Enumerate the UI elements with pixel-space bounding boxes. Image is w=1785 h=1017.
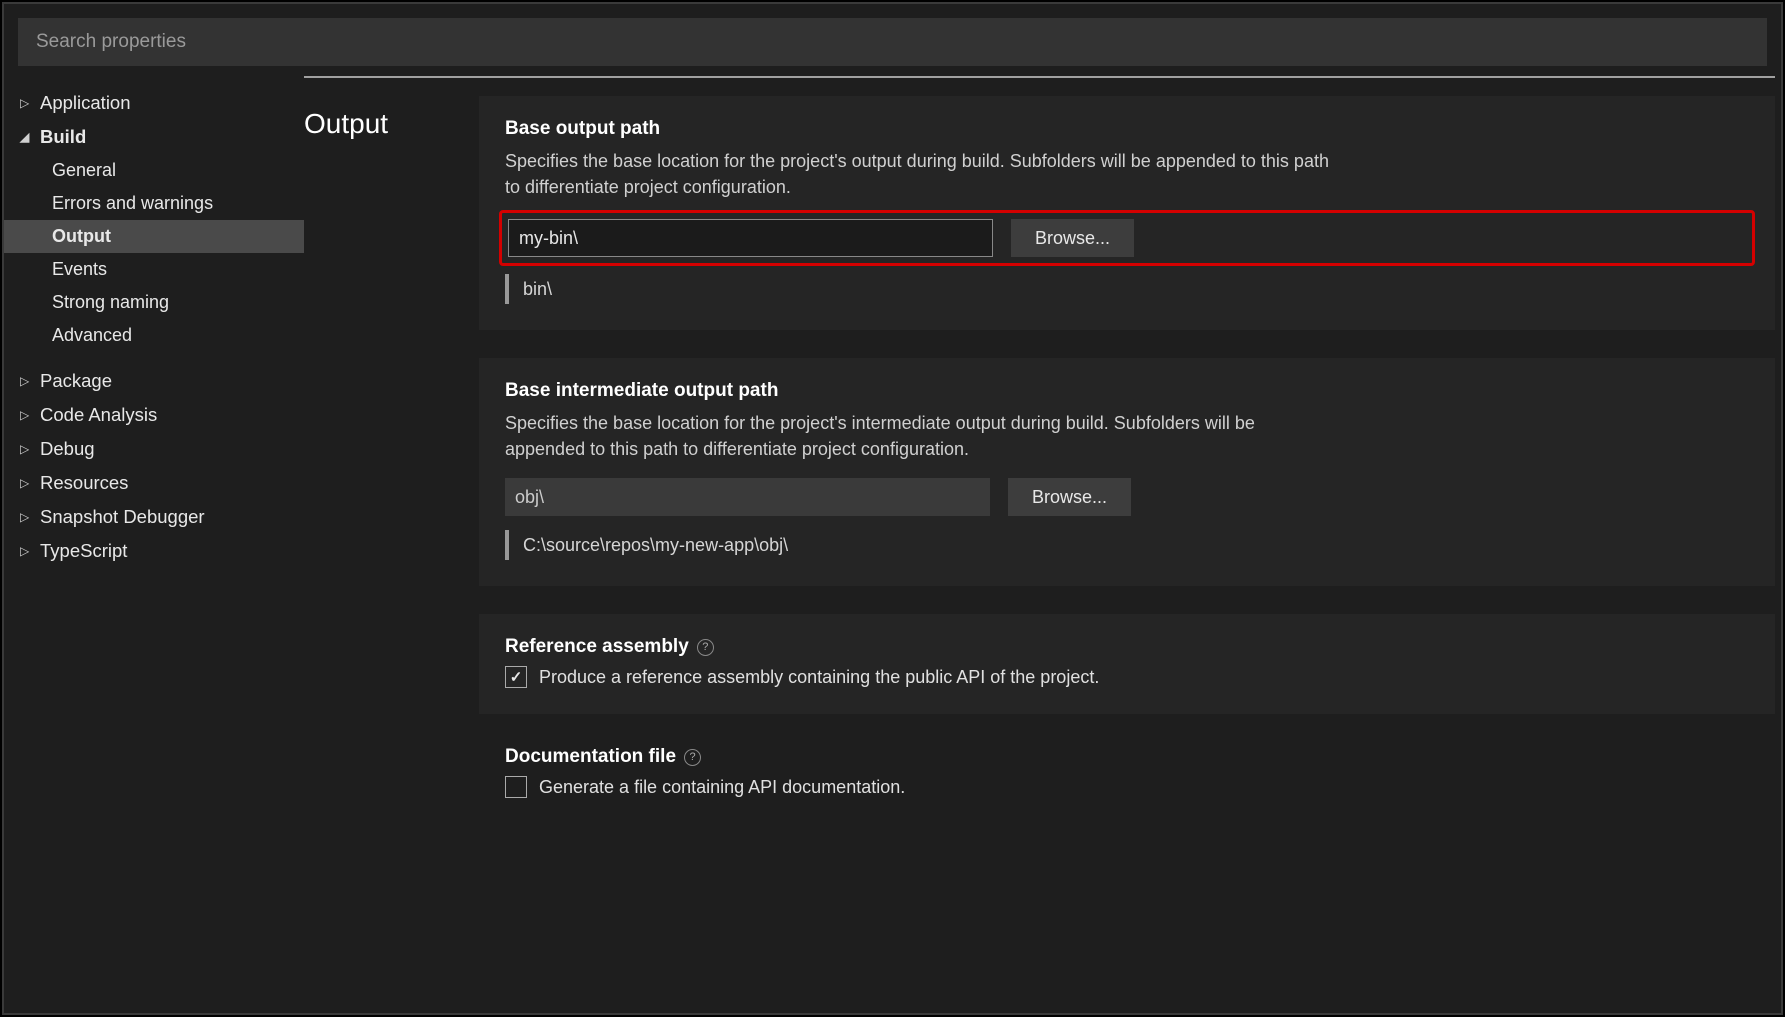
nav-build[interactable]: ◢ Build <box>4 120 304 154</box>
nav-label: Application <box>40 92 131 114</box>
nav-application[interactable]: ▷ Application <box>4 86 304 120</box>
reference-checkbox[interactable] <box>505 666 527 688</box>
chevron-right-icon: ▷ <box>20 544 34 558</box>
intermediate-group: Base intermediate output path Specifies … <box>479 358 1775 586</box>
base-output-browse-button[interactable]: Browse... <box>1011 219 1134 257</box>
nav-typescript[interactable]: ▷ TypeScript <box>4 534 304 568</box>
chevron-right-icon: ▷ <box>20 476 34 490</box>
reference-check-label: Produce a reference assembly containing … <box>539 667 1099 688</box>
chevron-down-icon: ◢ <box>20 130 34 144</box>
help-icon[interactable]: ? <box>684 749 701 766</box>
base-output-highlight: Browse... <box>499 210 1755 266</box>
page-title: Output <box>304 78 479 1013</box>
nav-label: Debug <box>40 438 95 460</box>
documentation-title: Documentation file ? <box>505 746 1749 768</box>
nav-output[interactable]: Output <box>4 220 304 253</box>
search-bar <box>18 18 1767 66</box>
chevron-right-icon: ▷ <box>20 408 34 422</box>
nav-snapshot-debugger[interactable]: ▷ Snapshot Debugger <box>4 500 304 534</box>
base-output-group: Base output path Specifies the base loca… <box>479 96 1775 330</box>
nav-label: Code Analysis <box>40 404 157 426</box>
nav-resources[interactable]: ▷ Resources <box>4 466 304 500</box>
nav-label: TypeScript <box>40 540 127 562</box>
nav-label: Resources <box>40 472 128 494</box>
documentation-title-text: Documentation file <box>505 746 676 768</box>
documentation-checkbox[interactable] <box>505 776 527 798</box>
intermediate-resolved-text: C:\source\repos\my-new-app\obj\ <box>523 535 788 556</box>
reference-group: Reference assembly ? Produce a reference… <box>479 614 1775 714</box>
intermediate-row: Browse... <box>505 478 1749 516</box>
chevron-right-icon: ▷ <box>20 96 34 110</box>
base-output-resolved-text: bin\ <box>523 279 552 300</box>
base-output-desc: Specifies the base location for the proj… <box>505 148 1335 200</box>
nav-code-analysis[interactable]: ▷ Code Analysis <box>4 398 304 432</box>
nav-general[interactable]: General <box>4 154 304 187</box>
documentation-group: Documentation file ? Generate a file con… <box>479 742 1775 824</box>
nav-advanced[interactable]: Advanced <box>4 319 304 352</box>
reference-check-row: Produce a reference assembly containing … <box>505 666 1749 688</box>
base-output-input[interactable] <box>508 219 993 257</box>
nav-label: Snapshot Debugger <box>40 506 205 528</box>
base-output-title: Base output path <box>505 118 1749 140</box>
nav-events[interactable]: Events <box>4 253 304 286</box>
documentation-check-label: Generate a file containing API documenta… <box>539 777 905 798</box>
intermediate-desc: Specifies the base location for the proj… <box>505 410 1335 462</box>
indicator-bar-icon <box>505 274 509 304</box>
documentation-check-row: Generate a file containing API documenta… <box>505 776 1749 798</box>
intermediate-resolved: C:\source\repos\my-new-app\obj\ <box>505 530 1749 560</box>
nav-label: Build <box>40 126 86 148</box>
nav-label: Package <box>40 370 112 392</box>
nav-debug[interactable]: ▷ Debug <box>4 432 304 466</box>
indicator-bar-icon <box>505 530 509 560</box>
search-input[interactable] <box>36 31 1749 53</box>
chevron-right-icon: ▷ <box>20 374 34 388</box>
reference-title: Reference assembly ? <box>505 636 1749 658</box>
reference-title-text: Reference assembly <box>505 636 689 658</box>
help-icon[interactable]: ? <box>697 639 714 656</box>
chevron-right-icon: ▷ <box>20 442 34 456</box>
intermediate-title: Base intermediate output path <box>505 380 1749 402</box>
nav-errors-warnings[interactable]: Errors and warnings <box>4 187 304 220</box>
nav-strong-naming[interactable]: Strong naming <box>4 286 304 319</box>
intermediate-browse-button[interactable]: Browse... <box>1008 478 1131 516</box>
chevron-right-icon: ▷ <box>20 510 34 524</box>
sidebar: ▷ Application ◢ Build General Errors and… <box>4 76 304 1013</box>
nav-package[interactable]: ▷ Package <box>4 364 304 398</box>
base-output-resolved: bin\ <box>505 274 1749 304</box>
intermediate-input[interactable] <box>505 478 990 516</box>
